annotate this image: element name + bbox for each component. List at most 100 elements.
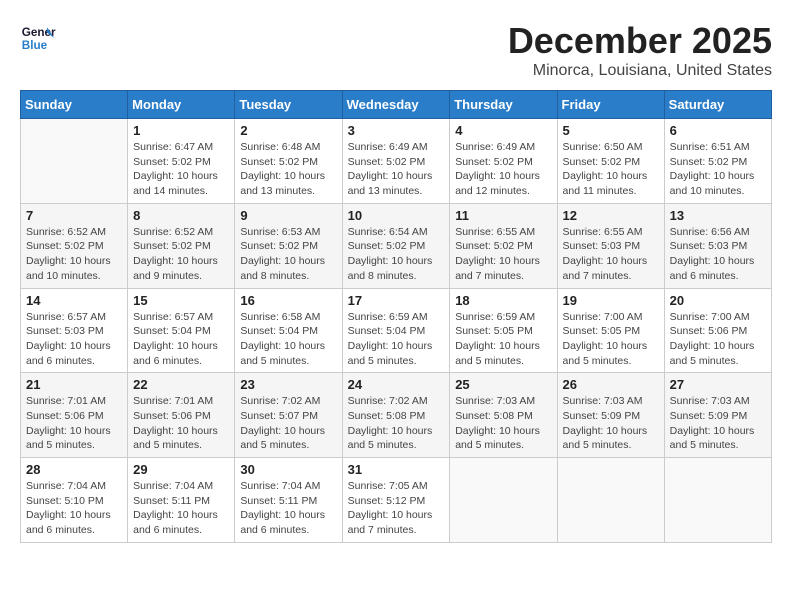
calendar-cell: 23 Sunrise: 7:02 AM Sunset: 5:07 PM Dayli… xyxy=(235,373,342,458)
page-header: General Blue December 2025 Minorca, Loui… xyxy=(20,20,772,80)
day-info: Sunrise: 7:04 AM Sunset: 5:11 PM Dayligh… xyxy=(133,479,229,538)
day-number: 10 xyxy=(348,208,445,223)
day-number: 25 xyxy=(455,377,551,392)
calendar-cell: 4 Sunrise: 6:49 AM Sunset: 5:02 PM Daylig… xyxy=(450,119,557,204)
day-number: 18 xyxy=(455,293,551,308)
calendar-cell: 11 Sunrise: 6:55 AM Sunset: 5:02 PM Dayli… xyxy=(450,203,557,288)
calendar-cell: 19Sunrise: 7:00 AM Sunset: 5:05 PM Dayli… xyxy=(557,288,664,373)
calendar-cell: 21Sunrise: 7:01 AM Sunset: 5:06 PM Dayli… xyxy=(21,373,128,458)
calendar-cell: 26Sunrise: 7:03 AM Sunset: 5:09 PM Dayli… xyxy=(557,373,664,458)
svg-text:General: General xyxy=(22,26,56,39)
calendar-week-row: 1 Sunrise: 6:47 AM Sunset: 5:02 PM Daylig… xyxy=(21,119,772,204)
month-title: December 2025 xyxy=(508,20,772,62)
day-number: 17 xyxy=(348,293,445,308)
weekday-header-wednesday: Wednesday xyxy=(342,91,450,119)
day-info: Sunrise: 7:04 AM Sunset: 5:11 PM Dayligh… xyxy=(240,479,336,538)
day-info: Sunrise: 6:48 AM Sunset: 5:02 PM Dayligh… xyxy=(240,140,336,199)
day-info: Sunrise: 7:01 AM Sunset: 5:06 PM Dayligh… xyxy=(133,394,229,453)
calendar-cell: 15 Sunrise: 6:57 AM Sunset: 5:04 PM Dayli… xyxy=(128,288,235,373)
day-number: 13 xyxy=(670,208,766,223)
day-info: Sunrise: 6:56 AM Sunset: 5:03 PM Dayligh… xyxy=(670,225,766,284)
day-info: Sunrise: 6:57 AM Sunset: 5:03 PM Dayligh… xyxy=(26,310,122,369)
day-number: 11 xyxy=(455,208,551,223)
svg-text:Blue: Blue xyxy=(22,39,48,52)
day-number: 26 xyxy=(563,377,659,392)
weekday-header-monday: Monday xyxy=(128,91,235,119)
calendar-cell: 2 Sunrise: 6:48 AM Sunset: 5:02 PM Daylig… xyxy=(235,119,342,204)
weekday-header-tuesday: Tuesday xyxy=(235,91,342,119)
calendar-week-row: 7 Sunrise: 6:52 AM Sunset: 5:02 PM Daylig… xyxy=(21,203,772,288)
day-info: Sunrise: 6:55 AM Sunset: 5:02 PM Dayligh… xyxy=(455,225,551,284)
day-number: 31 xyxy=(348,462,445,477)
day-info: Sunrise: 6:49 AM Sunset: 5:02 PM Dayligh… xyxy=(348,140,445,199)
calendar-cell: 8Sunrise: 6:52 AM Sunset: 5:02 PM Daylig… xyxy=(128,203,235,288)
calendar-cell: 30 Sunrise: 7:04 AM Sunset: 5:11 PM Dayli… xyxy=(235,458,342,543)
day-number: 28 xyxy=(26,462,122,477)
weekday-header-friday: Friday xyxy=(557,91,664,119)
day-info: Sunrise: 7:02 AM Sunset: 5:08 PM Dayligh… xyxy=(348,394,445,453)
calendar-cell xyxy=(664,458,771,543)
calendar-week-row: 28 Sunrise: 7:04 AM Sunset: 5:10 PM Dayli… xyxy=(21,458,772,543)
day-number: 27 xyxy=(670,377,766,392)
day-number: 12 xyxy=(563,208,659,223)
day-info: Sunrise: 6:59 AM Sunset: 5:05 PM Dayligh… xyxy=(455,310,551,369)
day-info: Sunrise: 6:47 AM Sunset: 5:02 PM Dayligh… xyxy=(133,140,229,199)
day-info: Sunrise: 6:52 AM Sunset: 5:02 PM Dayligh… xyxy=(133,225,229,284)
day-info: Sunrise: 6:57 AM Sunset: 5:04 PM Dayligh… xyxy=(133,310,229,369)
day-number: 16 xyxy=(240,293,336,308)
calendar-cell: 29Sunrise: 7:04 AM Sunset: 5:11 PM Dayli… xyxy=(128,458,235,543)
day-number: 20 xyxy=(670,293,766,308)
logo-icon: General Blue xyxy=(20,20,56,56)
day-info: Sunrise: 7:03 AM Sunset: 5:09 PM Dayligh… xyxy=(670,394,766,453)
day-number: 4 xyxy=(455,123,551,138)
weekday-header-saturday: Saturday xyxy=(664,91,771,119)
day-info: Sunrise: 6:55 AM Sunset: 5:03 PM Dayligh… xyxy=(563,225,659,284)
calendar-cell: 14Sunrise: 6:57 AM Sunset: 5:03 PM Dayli… xyxy=(21,288,128,373)
calendar-cell xyxy=(557,458,664,543)
calendar-cell xyxy=(450,458,557,543)
calendar-cell: 16 Sunrise: 6:58 AM Sunset: 5:04 PM Dayli… xyxy=(235,288,342,373)
day-info: Sunrise: 6:50 AM Sunset: 5:02 PM Dayligh… xyxy=(563,140,659,199)
day-info: Sunrise: 6:54 AM Sunset: 5:02 PM Dayligh… xyxy=(348,225,445,284)
calendar-table: SundayMondayTuesdayWednesdayThursdayFrid… xyxy=(20,90,772,543)
day-info: Sunrise: 7:00 AM Sunset: 5:06 PM Dayligh… xyxy=(670,310,766,369)
day-info: Sunrise: 6:49 AM Sunset: 5:02 PM Dayligh… xyxy=(455,140,551,199)
day-number: 3 xyxy=(348,123,445,138)
calendar-cell: 1 Sunrise: 6:47 AM Sunset: 5:02 PM Daylig… xyxy=(128,119,235,204)
calendar-cell: 27 Sunrise: 7:03 AM Sunset: 5:09 PM Dayli… xyxy=(664,373,771,458)
day-number: 7 xyxy=(26,208,122,223)
calendar-week-row: 14Sunrise: 6:57 AM Sunset: 5:03 PM Dayli… xyxy=(21,288,772,373)
calendar-cell xyxy=(21,119,128,204)
weekday-header-row: SundayMondayTuesdayWednesdayThursdayFrid… xyxy=(21,91,772,119)
day-number: 2 xyxy=(240,123,336,138)
day-number: 30 xyxy=(240,462,336,477)
calendar-cell: 6 Sunrise: 6:51 AM Sunset: 5:02 PM Daylig… xyxy=(664,119,771,204)
day-info: Sunrise: 7:04 AM Sunset: 5:10 PM Dayligh… xyxy=(26,479,122,538)
calendar-cell: 9Sunrise: 6:53 AM Sunset: 5:02 PM Daylig… xyxy=(235,203,342,288)
day-number: 5 xyxy=(563,123,659,138)
calendar-cell: 17Sunrise: 6:59 AM Sunset: 5:04 PM Dayli… xyxy=(342,288,450,373)
day-number: 19 xyxy=(563,293,659,308)
day-info: Sunrise: 6:58 AM Sunset: 5:04 PM Dayligh… xyxy=(240,310,336,369)
day-number: 21 xyxy=(26,377,122,392)
day-info: Sunrise: 7:02 AM Sunset: 5:07 PM Dayligh… xyxy=(240,394,336,453)
calendar-cell: 31Sunrise: 7:05 AM Sunset: 5:12 PM Dayli… xyxy=(342,458,450,543)
calendar-week-row: 21 Sunrise: 7:01 AM Sunset: 5:06 PM Dayli… xyxy=(21,373,772,458)
calendar-cell: 12 Sunrise: 6:55 AM Sunset: 5:03 PM Dayli… xyxy=(557,203,664,288)
calendar-cell: 22Sunrise: 7:01 AM Sunset: 5:06 PM Dayli… xyxy=(128,373,235,458)
calendar-cell: 7Sunrise: 6:52 AM Sunset: 5:02 PM Daylig… xyxy=(21,203,128,288)
calendar-cell: 25 Sunrise: 7:03 AM Sunset: 5:08 PM Dayli… xyxy=(450,373,557,458)
day-number: 23 xyxy=(240,377,336,392)
location-title: Minorca, Louisiana, United States xyxy=(508,62,772,80)
day-number: 15 xyxy=(133,293,229,308)
logo: General Blue xyxy=(20,20,56,56)
weekday-header-sunday: Sunday xyxy=(21,91,128,119)
calendar-cell: 20 Sunrise: 7:00 AM Sunset: 5:06 PM Dayli… xyxy=(664,288,771,373)
calendar-cell: 3 Sunrise: 6:49 AM Sunset: 5:02 PM Daylig… xyxy=(342,119,450,204)
day-number: 6 xyxy=(670,123,766,138)
day-info: Sunrise: 6:51 AM Sunset: 5:02 PM Dayligh… xyxy=(670,140,766,199)
title-area: December 2025 Minorca, Louisiana, United… xyxy=(508,20,772,80)
calendar-cell: 13 Sunrise: 6:56 AM Sunset: 5:03 PM Dayli… xyxy=(664,203,771,288)
day-number: 1 xyxy=(133,123,229,138)
day-info: Sunrise: 7:03 AM Sunset: 5:08 PM Dayligh… xyxy=(455,394,551,453)
